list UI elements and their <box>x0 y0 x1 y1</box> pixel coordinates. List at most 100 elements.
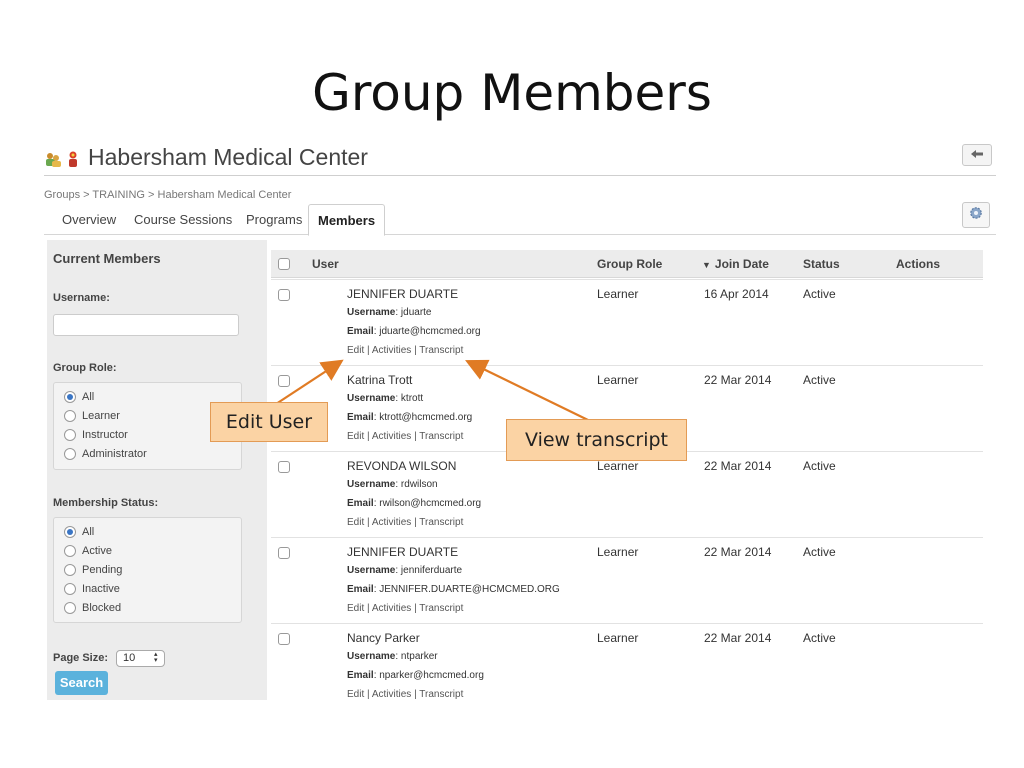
member-role: Learner <box>597 459 639 473</box>
column-group-role[interactable]: Group Role <box>597 257 662 271</box>
callout-view-transcript: View transcript <box>506 419 687 461</box>
member-username: Username: jenniferduarte <box>347 565 463 576</box>
member-email: Email: rwilson@hcmcmed.org <box>347 498 482 509</box>
activities-link[interactable]: Activities <box>372 431 411 442</box>
transcript-link[interactable]: Transcript <box>419 345 463 356</box>
radio-button[interactable] <box>64 429 76 441</box>
row-checkbox[interactable] <box>278 289 290 301</box>
activities-link[interactable]: Activities <box>372 689 411 700</box>
member-email: Email: nparker@hcmcmed.org <box>347 670 484 681</box>
back-arrow-icon <box>970 146 984 164</box>
member-name: JENNIFER DUARTE <box>347 287 459 301</box>
member-links: Edit | Activities | Transcript <box>347 689 463 700</box>
member-status: Active <box>803 459 836 473</box>
edit-link[interactable]: Edit <box>347 603 364 614</box>
tab-members[interactable]: Members <box>308 204 386 236</box>
activities-link[interactable]: Activities <box>372 345 411 356</box>
radio-membership-all[interactable]: All <box>64 526 94 538</box>
transcript-link[interactable]: Transcript <box>419 689 463 700</box>
radio-membership-blocked[interactable]: Blocked <box>64 602 121 614</box>
member-username: Username: ntparker <box>347 651 438 662</box>
edit-link[interactable]: Edit <box>347 517 364 528</box>
radio-button[interactable] <box>64 391 76 403</box>
member-username: Username: jduarte <box>347 307 432 318</box>
column-join-date[interactable]: ▼ Join Date <box>702 257 769 271</box>
member-status: Active <box>803 373 836 387</box>
member-username: Username: rdwilson <box>347 479 438 490</box>
member-join-date: 16 Apr 2014 <box>704 287 769 301</box>
radio-button[interactable] <box>64 526 76 538</box>
member-join-date: 22 Mar 2014 <box>704 545 772 559</box>
radio-group-role-instructor[interactable]: Instructor <box>64 429 128 441</box>
member-links: Edit | Activities | Transcript <box>347 603 463 614</box>
table-header: User Group Role ▼ Join Date Status Action… <box>271 250 983 278</box>
org-name: Habersham Medical Center <box>88 144 368 170</box>
page-size-select[interactable]: 10 <box>116 650 165 667</box>
activities-link[interactable]: Activities <box>372 517 411 528</box>
radio-group-role-learner[interactable]: Learner <box>64 410 120 422</box>
radio-button[interactable] <box>64 448 76 460</box>
org-header: Habersham Medical Center <box>44 144 996 176</box>
row-checkbox[interactable] <box>278 547 290 559</box>
member-join-date: 22 Mar 2014 <box>704 631 772 645</box>
slide-title: Group Members <box>312 64 712 122</box>
radio-button[interactable] <box>64 410 76 422</box>
radio-membership-inactive[interactable]: Inactive <box>64 583 120 595</box>
radio-button[interactable] <box>64 564 76 576</box>
transcript-link[interactable]: Transcript <box>419 517 463 528</box>
activities-link[interactable]: Activities <box>372 603 411 614</box>
column-user[interactable]: User <box>312 257 339 271</box>
member-status: Active <box>803 545 836 559</box>
radio-group-role-all[interactable]: All <box>64 391 94 403</box>
table-row: JENNIFER DUARTE Username: jenniferduarte E… <box>271 537 983 623</box>
tab-overview[interactable]: Overview <box>62 212 116 227</box>
edit-link[interactable]: Edit <box>347 689 364 700</box>
table-row: REVONDA WILSON Username: rdwilson Email: r… <box>271 451 983 537</box>
member-name: REVONDA WILSON <box>347 459 457 473</box>
member-name: Nancy Parker <box>347 631 420 645</box>
page-size-label: Page Size: <box>53 652 109 664</box>
radio-membership-active[interactable]: Active <box>64 545 112 557</box>
radio-button[interactable] <box>64 602 76 614</box>
edit-link[interactable]: Edit <box>347 431 364 442</box>
radio-button[interactable] <box>64 583 76 595</box>
radio-membership-pending[interactable]: Pending <box>64 564 122 576</box>
member-join-date: 22 Mar 2014 <box>704 373 772 387</box>
back-button[interactable] <box>962 144 992 166</box>
member-email: Email: JENNIFER.DUARTE@HCMCMED.ORG <box>347 584 560 595</box>
link-separator: | <box>364 689 372 700</box>
member-role: Learner <box>597 545 639 559</box>
tab-course-sessions[interactable]: Course Sessions <box>134 212 232 227</box>
member-status: Active <box>803 631 836 645</box>
link-separator: | <box>364 431 372 442</box>
member-username: Username: ktrott <box>347 393 424 404</box>
select-all-checkbox[interactable] <box>278 258 290 270</box>
tab-bar: Overview Course Sessions Programs Member… <box>44 204 996 236</box>
radio-group-role-administrator[interactable]: Administrator <box>64 448 147 460</box>
member-email: Email: jduarte@hcmcmed.org <box>347 326 481 337</box>
member-role: Learner <box>597 631 639 645</box>
sort-desc-icon: ▼ <box>702 260 711 270</box>
settings-button[interactable] <box>962 202 990 228</box>
member-status: Active <box>803 287 836 301</box>
member-role: Learner <box>597 373 639 387</box>
row-checkbox[interactable] <box>278 461 290 473</box>
column-status[interactable]: Status <box>803 257 840 271</box>
breadcrumb[interactable]: Groups > TRAINING > Habersham Medical Ce… <box>44 189 291 201</box>
username-input[interactable] <box>53 314 239 336</box>
link-separator: | <box>364 345 372 356</box>
row-checkbox[interactable] <box>278 633 290 645</box>
transcript-link[interactable]: Transcript <box>419 603 463 614</box>
link-separator: | <box>364 603 372 614</box>
member-role: Learner <box>597 287 639 301</box>
edit-link[interactable]: Edit <box>347 345 364 356</box>
radio-button[interactable] <box>64 545 76 557</box>
tab-programs[interactable]: Programs <box>246 212 302 227</box>
row-checkbox[interactable] <box>278 375 290 387</box>
group-role-label: Group Role: <box>53 362 117 374</box>
gear-icon <box>969 206 983 225</box>
link-separator: | <box>364 517 372 528</box>
transcript-link[interactable]: Transcript <box>419 431 463 442</box>
search-button[interactable]: Search <box>55 671 108 695</box>
member-name: JENNIFER DUARTE <box>347 545 459 559</box>
